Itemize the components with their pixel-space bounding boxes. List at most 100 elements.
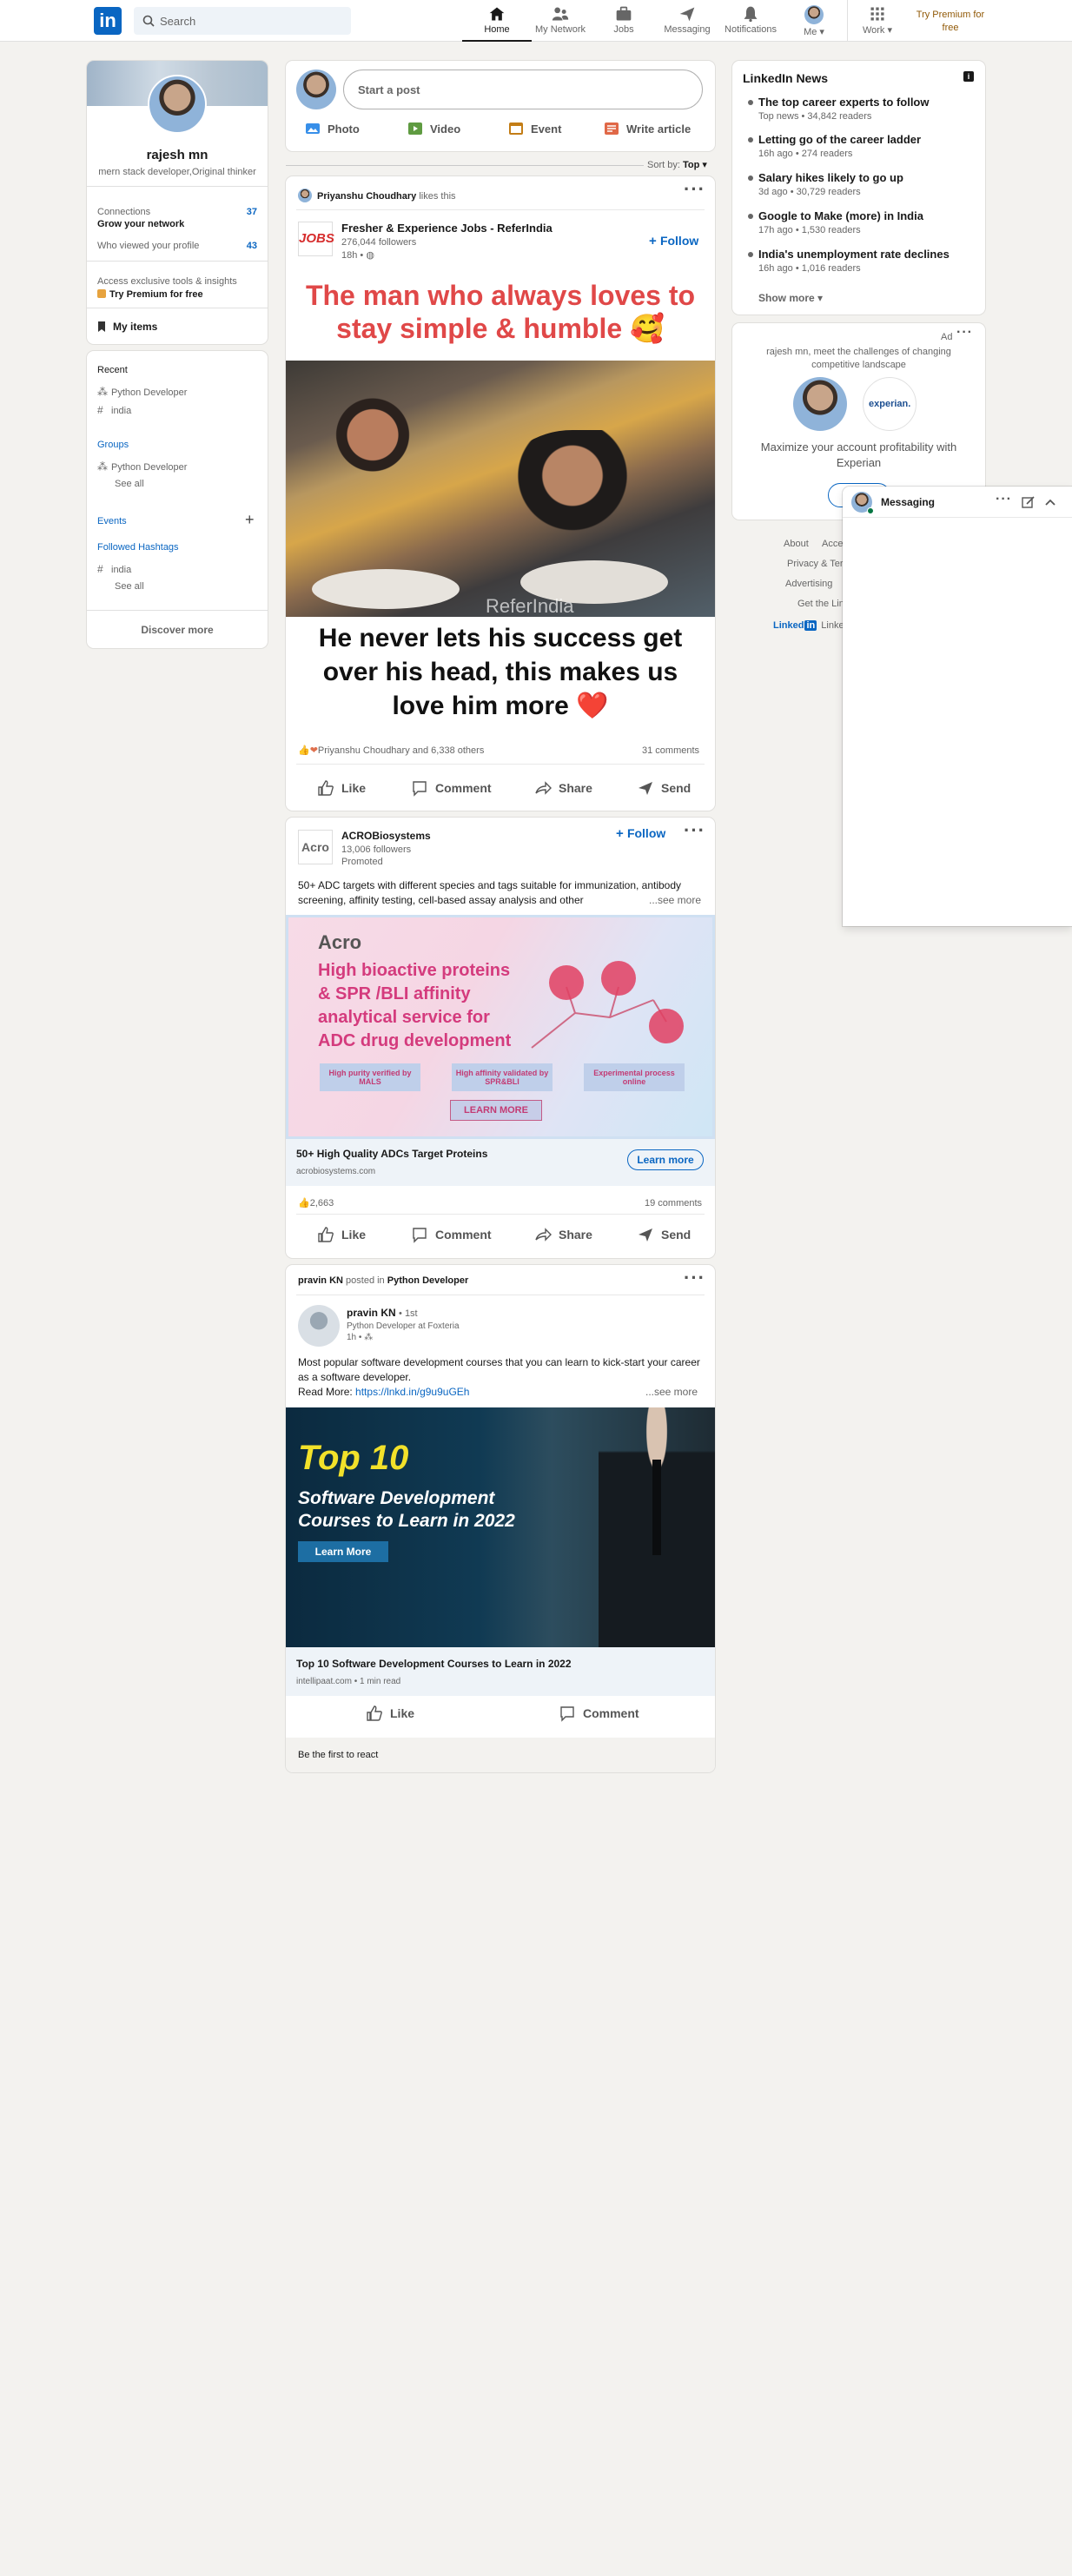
- link-preview[interactable]: Top 10 Software Development Courses to L…: [286, 1647, 715, 1696]
- reactions-summary[interactable]: 👍❤Priyanshu Choudhary and 6,338 others: [298, 745, 484, 756]
- write-article-button[interactable]: Write article: [604, 122, 691, 136]
- add-event-icon[interactable]: +: [245, 511, 255, 529]
- news-item-title: Letting go of the career ladder: [746, 133, 921, 146]
- org-logo[interactable]: JOBS: [298, 222, 334, 256]
- see-all-link[interactable]: See all: [115, 581, 144, 592]
- chevron-up-icon[interactable]: [1044, 497, 1056, 507]
- send-button[interactable]: Send: [637, 779, 691, 797]
- nav-notifications[interactable]: Notifications: [716, 0, 785, 42]
- ad-feature-box: Experimental process online: [584, 1063, 685, 1091]
- author-name[interactable]: pravin KN • 1st: [347, 1307, 418, 1319]
- news-item[interactable]: Google to Make (more) in India 17h ago • …: [746, 209, 923, 235]
- profile-name[interactable]: rajesh mn: [87, 148, 268, 162]
- like-button[interactable]: Like: [317, 1226, 366, 1243]
- ad-options-icon[interactable]: ···: [956, 326, 973, 340]
- events-title[interactable]: Events: [97, 516, 127, 526]
- follow-button[interactable]: + Follow: [616, 826, 665, 841]
- learn-more-button[interactable]: Learn more: [627, 1149, 704, 1170]
- comments-count[interactable]: 31 comments: [642, 745, 699, 756]
- my-items-row[interactable]: My items: [97, 321, 157, 333]
- hashtag-item[interactable]: # india: [97, 563, 131, 575]
- like-label: Like: [390, 1706, 415, 1720]
- profile-views-row[interactable]: Who viewed your profile 43: [97, 241, 257, 251]
- nav-home[interactable]: Home: [462, 0, 532, 42]
- comment-button[interactable]: Comment: [411, 779, 492, 797]
- sort-by-control[interactable]: Sort by: Top ▾: [647, 159, 707, 170]
- profile-avatar[interactable]: [148, 75, 207, 134]
- search-input[interactable]: Search: [134, 7, 351, 35]
- see-more-link[interactable]: ...see more: [645, 1386, 698, 1398]
- ad-image[interactable]: Acro High bioactive proteins & SPR /BLI …: [286, 915, 715, 1139]
- premium-link[interactable]: Try Premium for free: [97, 289, 203, 300]
- reactions-summary[interactable]: 👍2,663: [298, 1197, 334, 1209]
- liker-name[interactable]: Priyanshu Choudhary: [317, 191, 416, 202]
- photo-button[interactable]: Photo: [305, 122, 360, 136]
- nav-work[interactable]: Work ▾: [843, 0, 912, 42]
- org-logo[interactable]: Acro: [298, 830, 333, 864]
- recent-item[interactable]: # india: [97, 404, 131, 416]
- comments-count[interactable]: 19 comments: [645, 1198, 702, 1209]
- link-preview[interactable]: 50+ High Quality ADCs Target Proteins ac…: [286, 1139, 715, 1186]
- messaging-header[interactable]: Messaging ···: [843, 487, 1072, 518]
- news-item[interactable]: Salary hikes likely to go up 3d ago • 30,…: [746, 171, 903, 197]
- org-name[interactable]: ACROBiosystems: [341, 830, 431, 842]
- like-icon: [318, 1227, 334, 1242]
- news-item-title: Google to Make (more) in India: [746, 209, 923, 222]
- composer-avatar[interactable]: [296, 70, 336, 109]
- footer-link-accessibility[interactable]: Acce: [822, 539, 843, 549]
- messaging-options-icon[interactable]: ···: [996, 493, 1012, 507]
- event-button[interactable]: Event: [508, 122, 561, 136]
- footer-link-advertising[interactable]: Advertising: [785, 579, 832, 589]
- poster-name[interactable]: pravin KN: [298, 1275, 343, 1286]
- start-post-input[interactable]: Start a post: [343, 70, 703, 109]
- like-label: Like: [341, 1228, 367, 1242]
- linkedin-logo-icon[interactable]: in: [94, 7, 122, 35]
- nav-label: Notifications: [725, 24, 777, 35]
- post-composer: Start a post Photo Video Event Write art…: [286, 61, 715, 151]
- more-options-icon[interactable]: ···: [684, 821, 705, 840]
- post-url-link[interactable]: https://lnkd.in/g9u9uGEh: [355, 1386, 469, 1398]
- recent-item[interactable]: ⁂ Python Developer: [97, 386, 187, 398]
- comment-button[interactable]: Comment: [411, 1226, 492, 1243]
- follow-button[interactable]: + Follow: [649, 234, 698, 248]
- post-image[interactable]: The man who always loves to stay simple …: [286, 270, 715, 720]
- more-options-icon[interactable]: ···: [684, 180, 705, 199]
- bookmark-icon: [98, 321, 105, 332]
- news-item[interactable]: Letting go of the career ladder 16h ago •…: [746, 133, 921, 159]
- hashtags-title[interactable]: Followed Hashtags: [97, 542, 179, 553]
- group-name[interactable]: Python Developer: [387, 1275, 469, 1286]
- groups-title[interactable]: Groups: [97, 440, 129, 450]
- news-item[interactable]: The top career experts to follow Top news…: [746, 96, 930, 122]
- nav-messaging[interactable]: Messaging: [652, 0, 722, 42]
- org-name[interactable]: Fresher & Experience Jobs - ReferIndia: [341, 222, 553, 235]
- like-button[interactable]: Like: [366, 1705, 414, 1722]
- footer-link-about[interactable]: About: [784, 539, 809, 549]
- show-more-button[interactable]: Show more ▾: [758, 292, 823, 304]
- ad-feature-box: High purity verified by MALS: [320, 1063, 420, 1091]
- discover-more-button[interactable]: Discover more: [87, 624, 268, 636]
- more-options-icon[interactable]: ···: [684, 1268, 705, 1288]
- footer-link-app[interactable]: Get the Lin: [797, 599, 844, 609]
- try-premium-link[interactable]: Try Premium for free: [912, 9, 989, 35]
- group-item[interactable]: ⁂ Python Developer: [97, 460, 187, 473]
- messaging-panel[interactable]: Messaging ···: [843, 487, 1072, 926]
- share-button[interactable]: Share: [534, 779, 592, 797]
- video-button[interactable]: Video: [407, 122, 460, 136]
- nav-my-network[interactable]: My Network: [526, 0, 595, 42]
- info-icon[interactable]: i: [963, 71, 974, 82]
- comment-button[interactable]: Comment: [559, 1705, 639, 1722]
- divider: [296, 209, 705, 210]
- news-item[interactable]: India's unemployment rate declines 16h ag…: [746, 248, 950, 274]
- nav-jobs[interactable]: Jobs: [589, 0, 658, 42]
- send-button[interactable]: Send: [637, 1226, 691, 1243]
- see-all-link[interactable]: See all: [115, 479, 144, 489]
- share-button[interactable]: Share: [534, 1226, 592, 1243]
- compose-message-icon[interactable]: [1022, 495, 1036, 509]
- see-more-link[interactable]: ...see more: [645, 894, 702, 906]
- post-image[interactable]: Top 10 Software Development Courses to L…: [286, 1407, 715, 1647]
- footer-link-privacy[interactable]: Privacy & Ter: [787, 559, 844, 569]
- connections-row[interactable]: Connections Grow your network 37: [97, 207, 257, 229]
- like-button[interactable]: Like: [317, 779, 366, 797]
- author-avatar[interactable]: [298, 1305, 340, 1347]
- nav-me[interactable]: Me ▾: [779, 0, 849, 42]
